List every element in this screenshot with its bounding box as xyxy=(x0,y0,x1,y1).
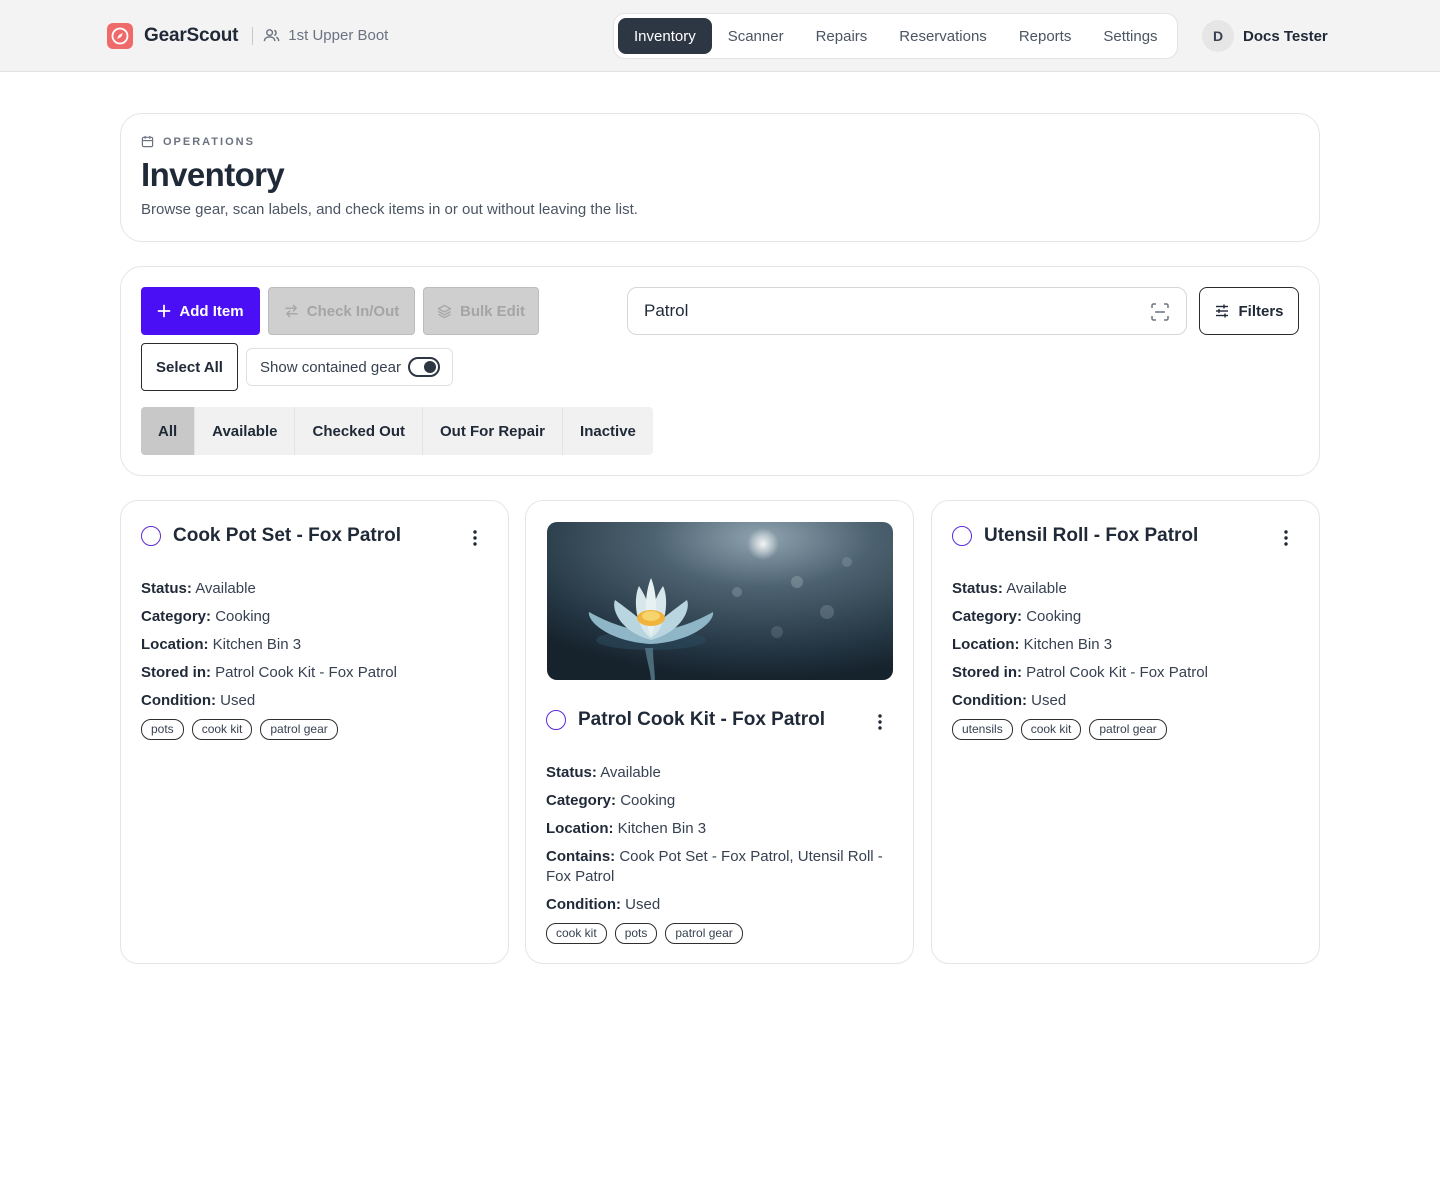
more-options-icon[interactable] xyxy=(472,529,478,547)
item-title[interactable]: Patrol Cook Kit - Fox Patrol xyxy=(578,709,825,731)
nav-reports[interactable]: Reports xyxy=(1003,18,1088,54)
tag-chip: utensils xyxy=(952,719,1013,740)
tag-chip: cook kit xyxy=(546,923,607,944)
item-location: Location: Kitchen Bin 3 xyxy=(952,636,1113,653)
item-card[interactable]: Utensil Roll - Fox Patrol Status: Availa… xyxy=(931,500,1320,964)
tab-checked-out[interactable]: Checked Out xyxy=(295,407,424,455)
filters-button[interactable]: Filters xyxy=(1199,287,1299,335)
item-condition: Condition: Used xyxy=(952,692,1067,709)
nav-scanner[interactable]: Scanner xyxy=(712,18,800,54)
item-contains: Contains: Cook Pot Set - Fox Patrol, Ute… xyxy=(546,848,883,885)
item-condition: Condition: Used xyxy=(546,896,661,913)
plus-icon xyxy=(158,304,171,318)
card-header: Patrol Cook Kit - Fox Patrol xyxy=(546,709,825,731)
item-details: Status: Available Category: Cooking Loca… xyxy=(952,579,1297,740)
compass-icon xyxy=(107,22,133,49)
item-category: Category: Cooking xyxy=(546,792,676,809)
search-input[interactable]: Patrol xyxy=(627,287,1187,335)
card-header: Cook Pot Set - Fox Patrol xyxy=(141,525,401,547)
item-details: Status: Available Category: Cooking Loca… xyxy=(546,763,891,944)
tag-chip: pots xyxy=(141,719,184,740)
item-title[interactable]: Utensil Roll - Fox Patrol xyxy=(984,525,1198,547)
eyebrow-label: OPERATIONS xyxy=(163,135,255,148)
item-select-checkbox[interactable] xyxy=(141,526,161,546)
add-item-button[interactable]: Add Item xyxy=(141,287,260,335)
nav-reservations[interactable]: Reservations xyxy=(883,18,1003,54)
item-tags: utensils cook kit patrol gear xyxy=(952,719,1297,740)
item-location: Location: Kitchen Bin 3 xyxy=(546,820,707,837)
tag-chip: patrol gear xyxy=(260,719,338,740)
nav-repairs[interactable]: Repairs xyxy=(800,18,884,54)
item-select-checkbox[interactable] xyxy=(952,526,972,546)
scan-icon[interactable] xyxy=(1150,302,1170,322)
item-category: Category: Cooking xyxy=(141,608,271,625)
item-status: Status: Available xyxy=(546,764,661,781)
item-status: Status: Available xyxy=(952,580,1067,597)
tab-available[interactable]: Available xyxy=(195,407,296,455)
tag-chip: cook kit xyxy=(191,719,253,740)
users-icon xyxy=(264,29,280,42)
status-filter-tabs: All Available Checked Out Out For Repair… xyxy=(141,407,653,455)
more-options-icon[interactable] xyxy=(877,713,883,731)
bulk-edit-label: Bulk Edit xyxy=(459,302,525,320)
sliders-icon xyxy=(1216,304,1229,318)
check-in-out-label: Check In/Out xyxy=(306,302,400,320)
user-name: Docs Tester xyxy=(1243,27,1328,45)
tag-chip: patrol gear xyxy=(665,923,743,944)
nav-inventory[interactable]: Inventory xyxy=(618,18,712,54)
toggle-knob xyxy=(424,361,436,373)
tab-all[interactable]: All xyxy=(141,407,196,455)
item-card[interactable]: Patrol Cook Kit - Fox Patrol Status: Ava… xyxy=(525,500,914,964)
item-details: Status: Available Category: Cooking Loca… xyxy=(141,579,486,740)
item-category: Category: Cooking xyxy=(952,608,1082,625)
show-contained-toggle[interactable]: Show contained gear xyxy=(246,348,453,386)
page-title: Inventory xyxy=(141,156,285,193)
section-eyebrow: OPERATIONS xyxy=(141,135,255,148)
item-tags: pots cook kit patrol gear xyxy=(141,719,486,740)
calendar-icon xyxy=(141,135,154,148)
item-location: Location: Kitchen Bin 3 xyxy=(141,636,302,653)
tag-chip: cook kit xyxy=(1020,719,1082,740)
bulk-edit-button[interactable]: Bulk Edit xyxy=(423,287,539,335)
page-subtitle: Browse gear, scan labels, and check item… xyxy=(141,201,638,218)
select-all-button[interactable]: Select All xyxy=(141,343,238,391)
unit-name: 1st Upper Boot xyxy=(288,27,389,44)
item-stored-in: Stored in: Patrol Cook Kit - Fox Patrol xyxy=(952,664,1208,681)
top-bar: GearScout 1st Upper Boot Inventory Scann… xyxy=(0,0,1440,72)
item-title[interactable]: Cook Pot Set - Fox Patrol xyxy=(173,525,401,547)
item-condition: Condition: Used xyxy=(141,692,256,709)
item-card[interactable]: Cook Pot Set - Fox Patrol Status: Availa… xyxy=(120,500,509,964)
lotus-photo xyxy=(547,522,893,680)
check-in-out-button[interactable]: Check In/Out xyxy=(268,287,415,335)
nav-settings[interactable]: Settings xyxy=(1087,18,1173,54)
avatar: D xyxy=(1202,20,1234,52)
tag-chip: patrol gear xyxy=(1089,719,1167,740)
tab-out-for-repair[interactable]: Out For Repair xyxy=(423,407,564,455)
brand-name: GearScout xyxy=(144,24,239,46)
item-select-checkbox[interactable] xyxy=(546,710,566,730)
main-nav: Inventory Scanner Repairs Reservations R… xyxy=(613,13,1178,59)
unit-selector[interactable]: 1st Upper Boot xyxy=(263,27,388,44)
search-value: Patrol xyxy=(644,301,689,320)
tag-chip: pots xyxy=(614,923,658,944)
filters-label: Filters xyxy=(1238,302,1284,320)
inventory-toolbar: Add Item Check In/Out Bulk Edit Patrol F… xyxy=(120,266,1320,476)
brand-divider xyxy=(252,26,254,45)
card-header: Utensil Roll - Fox Patrol xyxy=(952,525,1198,547)
toggle-switch[interactable] xyxy=(408,357,440,377)
item-stored-in: Stored in: Patrol Cook Kit - Fox Patrol xyxy=(141,664,397,681)
brand[interactable]: GearScout 1st Upper Boot xyxy=(107,22,388,49)
more-options-icon[interactable] xyxy=(1283,529,1289,547)
tab-inactive[interactable]: Inactive xyxy=(563,407,653,455)
user-menu[interactable]: D Docs Tester xyxy=(1202,20,1328,52)
item-photo xyxy=(547,522,893,680)
item-tags: cook kit pots patrol gear xyxy=(546,923,891,944)
page-header: OPERATIONS Inventory Browse gear, scan l… xyxy=(120,113,1320,242)
swap-arrows-icon xyxy=(284,304,298,318)
layers-icon xyxy=(437,304,452,318)
item-status: Status: Available xyxy=(141,580,256,597)
add-item-label: Add Item xyxy=(179,302,244,320)
toggle-label: Show contained gear xyxy=(260,358,401,376)
